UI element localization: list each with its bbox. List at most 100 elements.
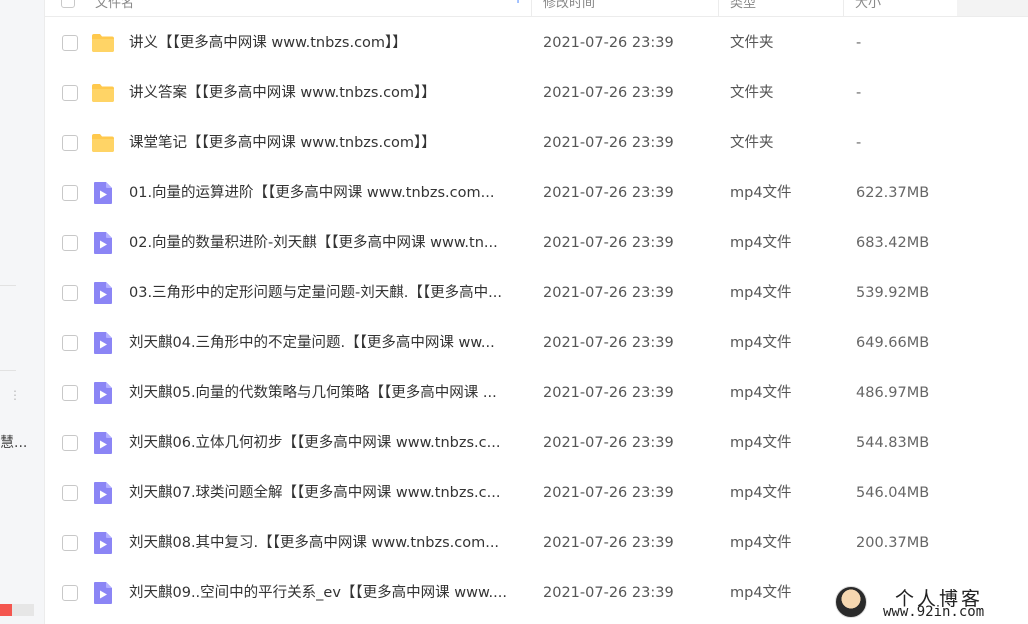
- storage-usage-bar: [0, 604, 34, 616]
- file-row[interactable]: 刘天麒06.立体几何初步【【更多高中网课 www.tnbzs.c... 2021-…: [45, 418, 1028, 468]
- modified-time: 2021-07-26 23:39: [543, 135, 674, 151]
- video-file-icon: [91, 331, 115, 355]
- storage-usage-fill: [0, 604, 12, 616]
- watermark-avatar: [835, 586, 867, 618]
- file-name[interactable]: 刘天麒08.其中复习.【【更多高中网课 www.tnbzs.com...: [129, 518, 524, 568]
- modified-time: 2021-07-26 23:39: [543, 285, 674, 301]
- modified-time: 2021-07-26 23:39: [543, 335, 674, 351]
- row-checkbox[interactable]: [62, 285, 78, 301]
- column-divider[interactable]: [843, 0, 844, 16]
- file-row[interactable]: 刘天麒08.其中复习.【【更多高中网课 www.tnbzs.com... 2021…: [45, 518, 1028, 568]
- column-header-type[interactable]: 类型: [730, 0, 756, 16]
- row-checkbox[interactable]: [62, 35, 78, 51]
- file-row[interactable]: 刘天麒04.三角形中的不定量问题.【【更多高中网课 ww... 2021-07-2…: [45, 318, 1028, 368]
- modified-time: 2021-07-26 23:39: [543, 85, 674, 101]
- row-checkbox[interactable]: [62, 235, 78, 251]
- file-type: mp4文件: [730, 335, 792, 351]
- modified-time: 2021-07-26 23:39: [543, 385, 674, 401]
- modified-time: 2021-07-26 23:39: [543, 585, 674, 601]
- video-file-icon: [91, 481, 115, 505]
- file-name[interactable]: 讲义答案【【更多高中网课 www.tnbzs.com】】: [129, 68, 524, 118]
- file-row[interactable]: 讲义答案【【更多高中网课 www.tnbzs.com】】 2021-07-26 2…: [45, 68, 1028, 118]
- header-filler: [957, 0, 1028, 16]
- file-name[interactable]: 讲义【【更多高中网课 www.tnbzs.com】】: [129, 18, 524, 68]
- file-row[interactable]: 课堂笔记【【更多高中网课 www.tnbzs.com】】 2021-07-26 2…: [45, 118, 1028, 168]
- file-type: mp4文件: [730, 185, 792, 201]
- video-file-icon: [91, 581, 115, 605]
- file-row[interactable]: 03.三角形中的定形问题与定量问题-刘天麒.【【更多高中... 2021-07-2…: [45, 268, 1028, 318]
- column-header-size[interactable]: 大小: [855, 0, 881, 16]
- modified-time: 2021-07-26 23:39: [543, 435, 674, 451]
- file-type: mp4文件: [730, 385, 792, 401]
- row-checkbox[interactable]: [62, 185, 78, 201]
- file-type: 文件夹: [730, 85, 774, 101]
- folder-icon: [91, 131, 115, 155]
- modified-time: 2021-07-26 23:39: [543, 35, 674, 51]
- file-size: 200.37MB: [856, 535, 930, 551]
- file-size: 544.83MB: [856, 435, 930, 451]
- file-type: 文件夹: [730, 35, 774, 51]
- folder-icon: [91, 31, 115, 55]
- row-checkbox[interactable]: [62, 335, 78, 351]
- file-name[interactable]: 刘天麒07.球类问题全解【【更多高中网课 www.tnbzs.c...: [129, 468, 524, 518]
- column-divider[interactable]: [531, 0, 532, 16]
- column-header-modified[interactable]: 修改时间: [543, 0, 595, 16]
- file-row[interactable]: 讲义【【更多高中网课 www.tnbzs.com】】 2021-07-26 23:…: [45, 18, 1028, 68]
- select-all-checkbox[interactable]: [61, 0, 75, 8]
- file-name[interactable]: 刘天麒09..空间中的平行关系_ev【【更多高中网课 www....: [129, 568, 524, 618]
- column-header-name[interactable]: 文件名: [95, 0, 134, 16]
- column-divider[interactable]: [718, 0, 719, 16]
- row-checkbox[interactable]: [62, 85, 78, 101]
- video-file-icon: [91, 281, 115, 305]
- file-size: 546.04MB: [856, 485, 930, 501]
- sidebar: ⋮ 慧...: [0, 0, 45, 624]
- file-row[interactable]: 01.向量的运算进阶【【更多高中网课 www.tnbzs.com... 2021-…: [45, 168, 1028, 218]
- video-file-icon: [91, 431, 115, 455]
- watermark-url: www.92in.com: [883, 604, 985, 620]
- modified-time: 2021-07-26 23:39: [543, 235, 674, 251]
- sidebar-divider: [0, 370, 16, 371]
- file-size: -: [856, 35, 862, 51]
- file-name[interactable]: 刘天麒04.三角形中的不定量问题.【【更多高中网课 ww...: [129, 318, 524, 368]
- sort-indicator-icon[interactable]: ↑: [513, 0, 523, 6]
- file-size: 622.37MB: [856, 185, 930, 201]
- modified-time: 2021-07-26 23:39: [543, 185, 674, 201]
- modified-time: 2021-07-26 23:39: [543, 485, 674, 501]
- file-list: 文件名 ↑ 修改时间 类型 大小 讲义【【更多高中网课 www.tnbzs.co…: [45, 0, 1028, 624]
- file-type: mp4文件: [730, 485, 792, 501]
- file-name[interactable]: 01.向量的运算进阶【【更多高中网课 www.tnbzs.com...: [129, 168, 524, 218]
- video-file-icon: [91, 231, 115, 255]
- file-type: mp4文件: [730, 535, 792, 551]
- file-row[interactable]: 02.向量的数量积进阶-刘天麒【【更多高中网课 www.tn... 2021-07…: [45, 218, 1028, 268]
- file-size: 649.66MB: [856, 335, 930, 351]
- file-row[interactable]: 刘天麒07.球类问题全解【【更多高中网课 www.tnbzs.c... 2021-…: [45, 468, 1028, 518]
- watermark: 个人博客 www.92in.com: [835, 584, 1028, 624]
- file-size: -: [856, 135, 862, 151]
- row-checkbox[interactable]: [62, 135, 78, 151]
- file-name[interactable]: 03.三角形中的定形问题与定量问题-刘天麒.【【更多高中...: [129, 268, 524, 318]
- file-name[interactable]: 刘天麒05.向量的代数策略与几何策略【【更多高中网课 ...: [129, 368, 524, 418]
- row-checkbox[interactable]: [62, 435, 78, 451]
- video-file-icon: [91, 381, 115, 405]
- file-type: mp4文件: [730, 235, 792, 251]
- file-size: 539.92MB: [856, 285, 930, 301]
- file-size: 683.42MB: [856, 235, 930, 251]
- file-name[interactable]: 课堂笔记【【更多高中网课 www.tnbzs.com】】: [129, 118, 524, 168]
- row-checkbox[interactable]: [62, 585, 78, 601]
- video-file-icon: [91, 531, 115, 555]
- file-size: 486.97MB: [856, 385, 930, 401]
- row-checkbox[interactable]: [62, 385, 78, 401]
- more-dots-icon[interactable]: ⋮: [9, 389, 21, 401]
- sidebar-divider: [0, 285, 16, 286]
- file-name[interactable]: 刘天麒06.立体几何初步【【更多高中网课 www.tnbzs.c...: [129, 418, 524, 468]
- row-checkbox[interactable]: [62, 535, 78, 551]
- modified-time: 2021-07-26 23:39: [543, 535, 674, 551]
- sidebar-item-label[interactable]: 慧...: [0, 432, 27, 452]
- file-list-header: 文件名 ↑ 修改时间 类型 大小: [45, 0, 1028, 17]
- file-name[interactable]: 02.向量的数量积进阶-刘天麒【【更多高中网课 www.tn...: [129, 218, 524, 268]
- file-type: mp4文件: [730, 435, 792, 451]
- row-checkbox[interactable]: [62, 485, 78, 501]
- video-file-icon: [91, 181, 115, 205]
- file-row[interactable]: 刘天麒05.向量的代数策略与几何策略【【更多高中网课 ... 2021-07-26…: [45, 368, 1028, 418]
- file-type: 文件夹: [730, 135, 774, 151]
